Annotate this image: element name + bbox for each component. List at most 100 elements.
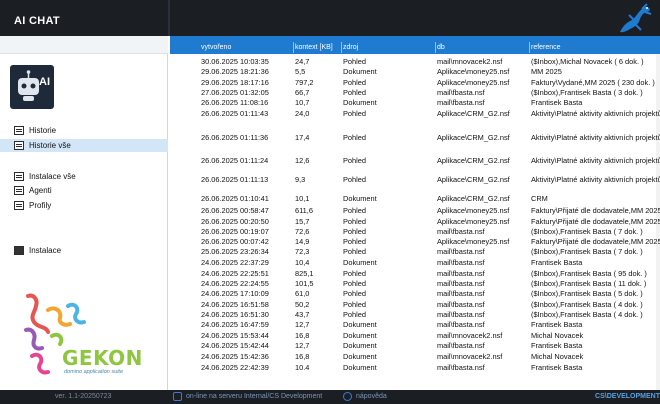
table-row[interactable]: 24.06.2025 22:37:29 10,4 Dokument mail\fbas…: [170, 258, 660, 268]
column-divider[interactable]: [293, 42, 294, 53]
table-cell: Aplikace\CRM_G2.nsf: [437, 174, 510, 184]
table-row[interactable]: 26.06.2025 00:19:07 72,6 Pohled mail\fbasta…: [170, 227, 660, 237]
table-row[interactable]: 26.06.2025 00:58:47 611,6 Pohled Aplikace\m…: [170, 206, 660, 217]
table-row[interactable]: 24.06.2025 15:53:44 16,8 Dokument mail\mnov…: [170, 331, 660, 341]
table-cell: 10,7: [295, 98, 310, 108]
column-header-2[interactable]: zdroj: [343, 44, 358, 51]
logo-text: AI: [39, 76, 50, 88]
column-header-4[interactable]: reference: [531, 44, 561, 51]
table-cell: ($Inbox),Frantisek Basta ( 3 dok. ): [531, 87, 643, 97]
table-row[interactable]: 26.06.2025 01:11:13 9,3 Pohled Aplikace\CRM…: [170, 175, 660, 194]
table-cell: ($Inbox),Michal Novacek ( 6 dok. ): [531, 57, 644, 66]
table-cell: Faktury\Přijaté dle dodavatele,MM 2025: [531, 205, 660, 215]
table-row[interactable]: 24.06.2025 17:10:09 61,0 Pohled mail\fbasta…: [170, 289, 660, 299]
table-row[interactable]: 26.06.2025 01:11:36 17,4 Pohled Aplikace\CR…: [170, 133, 660, 156]
table-cell: 61,0: [295, 289, 310, 299]
table-cell: Dokument: [343, 340, 377, 350]
table-cell: Aplikace\money25.nsf: [437, 205, 510, 215]
table-cell: mail\mnovacek2.nsf: [437, 57, 503, 66]
table-row[interactable]: 24.06.2025 15:42:36 16,8 Dokument mail\mnov…: [170, 352, 660, 363]
table-row[interactable]: 26.06.2025 01:11:24 12,6 Pohled Aplikace\CR…: [170, 156, 660, 175]
table-cell: 16,8: [295, 351, 310, 361]
table-cell: 16,8: [295, 330, 310, 340]
table-cell: 29.06.2025 18:17:16: [201, 77, 269, 87]
grid-header: vytvořeno kontext [KB] zdroj db reference: [170, 36, 660, 54]
table-cell: Dokument: [343, 351, 377, 361]
table-cell: 24.06.2025 22:25:51: [201, 268, 269, 278]
table-row[interactable]: 24.06.2025 16:47:59 12,7 Dokument mail\fbas…: [170, 320, 660, 330]
table-cell: CRM: [531, 193, 548, 203]
sidebar-item-3[interactable]: Agenti: [0, 184, 168, 197]
table-cell: Aplikace\CRM_G2.nsf: [437, 193, 510, 203]
table-cell: mail\fbasta.nsf: [437, 340, 485, 350]
table-cell: 24.06.2025 16:51:30: [201, 309, 269, 319]
sidebar-item-0[interactable]: Historie: [0, 124, 168, 137]
column-header-3[interactable]: db: [437, 44, 445, 51]
table-cell: 24,7: [295, 57, 310, 66]
table-cell: 24.06.2025 16:51:58: [201, 299, 269, 309]
column-header-1[interactable]: kontext [KB]: [295, 44, 333, 51]
table-cell: 24.06.2025 15:42:36: [201, 351, 269, 361]
table-cell: 10,4: [295, 258, 310, 268]
table-row[interactable]: 24.06.2025 22:25:51 825,1 Pohled mail\fbast…: [170, 269, 660, 279]
column-divider[interactable]: [341, 42, 342, 53]
table-row[interactable]: 24.06.2025 22:42:39 10.4 Dokument mail\fbas…: [170, 363, 660, 374]
column-divider[interactable]: [529, 42, 530, 53]
table-row[interactable]: 24.06.2025 16:51:30 43,7 Pohled mail\fbasta…: [170, 310, 660, 320]
column-header-0[interactable]: vytvořeno: [201, 44, 231, 51]
table-cell: 26.06.2025 11:08:16: [201, 98, 269, 108]
table-cell: 5,5: [295, 67, 306, 77]
brand-name: GEKON: [62, 346, 143, 370]
table-row[interactable]: 26.06.2025 00:20:50 15,7 Pohled Aplikace\mo…: [170, 217, 660, 227]
table-row[interactable]: 26.06.2025 01:10:41 10,1 Dokument Aplikace\…: [170, 194, 660, 206]
table-row[interactable]: 26.06.2025 11:08:16 10,7 Dokument mail\fbas…: [170, 98, 660, 108]
sidebar-item-5[interactable]: Instalace: [0, 244, 168, 257]
sidebar-item-4[interactable]: Profily: [0, 199, 168, 212]
sidebar-item-label: Profily: [29, 201, 52, 210]
table-cell: 10.4: [295, 362, 310, 372]
ai-robot-logo: AI: [10, 65, 54, 109]
table-cell: Frantisek Basta: [531, 98, 583, 108]
table-cell: 24.06.2025 16:47:59: [201, 320, 269, 330]
table-row[interactable]: 26.06.2025 01:11:43 24,0 Pohled Aplikace\CR…: [170, 109, 660, 133]
title-bar: AI CHAT: [0, 0, 660, 36]
sidebar-item-label: Instalace vše: [29, 172, 76, 181]
table-cell: Aplikace\CRM_G2.nsf: [437, 155, 510, 165]
table-cell: 26.06.2025 00:20:50: [201, 216, 269, 226]
sidebar-item-1[interactable]: Historie vše: [0, 139, 168, 152]
table-cell: Faktury\Přijaté dle dodavatele,MM 2025: [531, 216, 660, 226]
table-cell: mail\fbasta.nsf: [437, 258, 485, 268]
table-cell: Dokument: [343, 362, 377, 372]
table-row[interactable]: 24.06.2025 16:51:58 50,2 Pohled mail\fbasta…: [170, 300, 660, 310]
table-cell: Dokument: [343, 67, 377, 77]
table-cell: 101,5: [295, 279, 314, 288]
sidebar-item-label: Agenti: [29, 186, 52, 195]
table-cell: 9,3: [295, 174, 306, 184]
table-cell: 26.06.2025 01:11:24: [201, 155, 269, 165]
sidebar-item-label: Historie vše: [29, 141, 71, 150]
table-row[interactable]: 26.06.2025 00:07:42 14,9 Pohled Aplikace\mo…: [170, 237, 660, 247]
table-cell: Frantisek Basta: [531, 320, 583, 330]
table-cell: Michal Novacek: [531, 330, 584, 340]
table-cell: 29.06.2025 18:21:36: [201, 67, 269, 77]
table-row[interactable]: 29.06.2025 18:21:36 5,5 Dokument Aplikace\m…: [170, 67, 660, 77]
help-link[interactable]: nápověda: [356, 393, 387, 400]
table-cell: Aplikace\money25.nsf: [437, 77, 510, 87]
column-divider[interactable]: [435, 42, 436, 53]
table-cell: Dokument: [343, 193, 377, 203]
sidebar-item-2[interactable]: Instalace vše: [0, 170, 168, 183]
table-cell: Pohled: [343, 57, 367, 66]
brand-subtitle: domino application suite: [64, 369, 124, 375]
table-cell: mail\fbasta.nsf: [437, 98, 485, 108]
history-table: 30.06.2025 10:03:35 24,7 Pohled mail\mnovac…: [170, 54, 660, 390]
table-row[interactable]: 24.06.2025 22:24:55 101,5 Pohled mail\fbast…: [170, 279, 660, 289]
table-row[interactable]: 24.06.2025 15:42:44 12,7 Dokument mail\fbas…: [170, 341, 660, 352]
table-row[interactable]: 29.06.2025 18:17:16 797,2 Pohled Aplikace\m…: [170, 78, 660, 88]
table-row[interactable]: 30.06.2025 10:03:35 24,7 Pohled mail\mnovac…: [170, 57, 660, 67]
help-icon[interactable]: [343, 392, 352, 401]
table-cell: 24.06.2025 15:42:44: [201, 340, 269, 350]
server-status-icon: [173, 392, 182, 401]
table-cell: 24.06.2025 17:10:09: [201, 289, 269, 299]
table-row[interactable]: 25.06.2025 23:26:34 72,3 Pohled mail\fbasta…: [170, 247, 660, 258]
table-row[interactable]: 27.06.2025 01:32:05 66,7 Pohled mail\fbasta…: [170, 88, 660, 98]
